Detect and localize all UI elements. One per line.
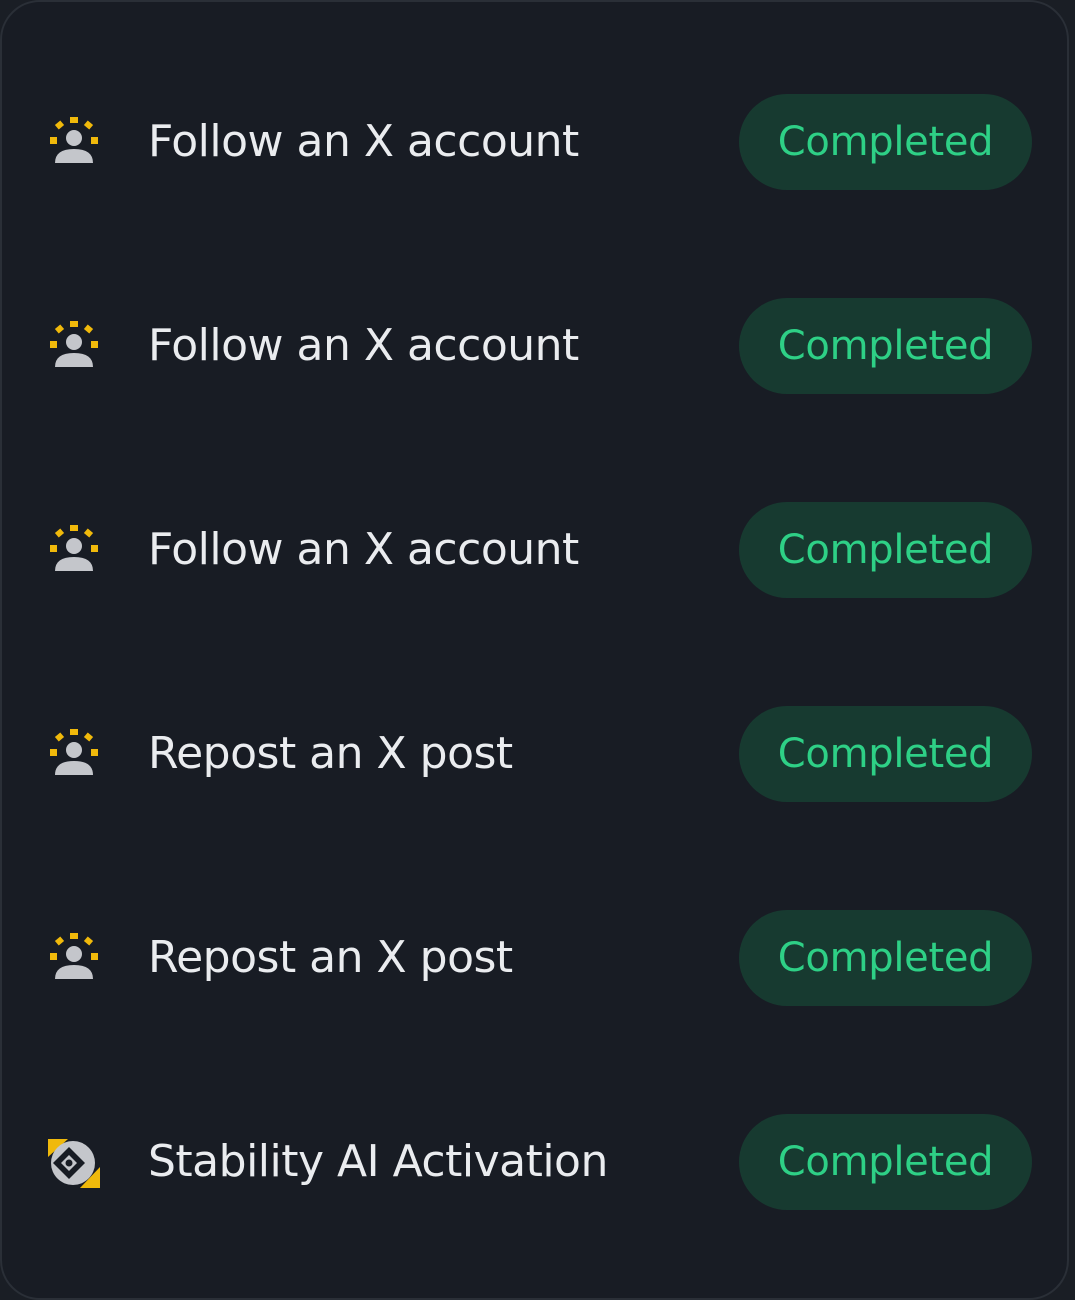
- task-row: Stability AI Activation Completed: [2, 1114, 1071, 1210]
- user-sparkle-icon: [46, 930, 102, 986]
- task-label: Stability AI Activation: [148, 1136, 608, 1187]
- task-list-panel: Follow an X account Completed Follow an …: [0, 0, 1069, 1300]
- task-label: Repost an X post: [148, 728, 513, 779]
- task-row: Follow an X account Completed: [2, 502, 1071, 598]
- completed-status-button[interactable]: Completed: [739, 94, 1032, 190]
- task-label: Follow an X account: [148, 116, 579, 167]
- task-label: Repost an X post: [148, 932, 513, 983]
- task-row: Repost an X post Completed: [2, 706, 1071, 802]
- completed-status-button[interactable]: Completed: [739, 1114, 1032, 1210]
- stability-ai-logo-icon: [46, 1134, 102, 1190]
- task-row: Follow an X account Completed: [2, 94, 1071, 190]
- user-sparkle-icon: [46, 522, 102, 578]
- task-row: Follow an X account Completed: [2, 298, 1071, 394]
- task-label: Follow an X account: [148, 524, 579, 575]
- completed-status-button[interactable]: Completed: [739, 502, 1032, 598]
- completed-status-button[interactable]: Completed: [739, 706, 1032, 802]
- completed-status-button[interactable]: Completed: [739, 298, 1032, 394]
- task-label: Follow an X account: [148, 320, 579, 371]
- completed-status-button[interactable]: Completed: [739, 910, 1032, 1006]
- user-sparkle-icon: [46, 114, 102, 170]
- task-row: Repost an X post Completed: [2, 910, 1071, 1006]
- user-sparkle-icon: [46, 726, 102, 782]
- user-sparkle-icon: [46, 318, 102, 374]
